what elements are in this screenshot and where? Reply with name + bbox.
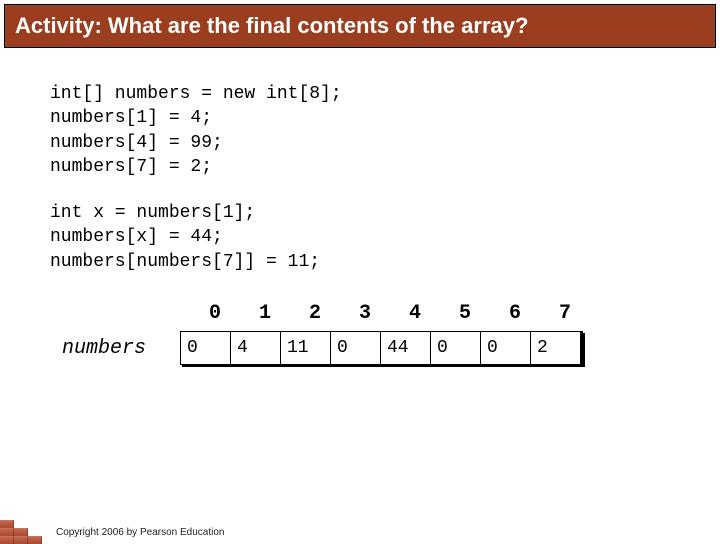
array-visualization: 0 1 2 3 4 5 6 7 numbers 0 4 11 0 44 0 0 … [60, 302, 670, 365]
slide-content: int[] numbers = new int[8]; numbers[1] =… [0, 52, 720, 365]
array-index: 1 [240, 302, 290, 325]
array-cell: 0 [480, 331, 530, 365]
array-index: 3 [340, 302, 390, 325]
array-cell: 0 [180, 331, 230, 365]
array-cell: 4 [230, 331, 280, 365]
copyright-text: Copyright 2006 by Pearson Education [42, 527, 224, 544]
array-cell: 2 [530, 331, 580, 365]
array-index: 0 [190, 302, 240, 325]
array-index: 7 [540, 302, 590, 325]
slide-footer: Copyright 2006 by Pearson Education [0, 520, 224, 544]
slide-title-bar: Activity: What are the final contents of… [4, 4, 716, 48]
array-index: 4 [390, 302, 440, 325]
array-cells: 0 4 11 0 44 0 0 2 [180, 331, 583, 365]
array-cell: 11 [280, 331, 330, 365]
array-row: numbers 0 4 11 0 44 0 0 2 [60, 331, 670, 365]
array-label: numbers [60, 337, 180, 360]
array-index: 5 [440, 302, 490, 325]
code-block-1: int[] numbers = new int[8]; numbers[1] =… [50, 82, 670, 179]
array-cell: 0 [330, 331, 380, 365]
slide-title: Activity: What are the final contents of… [15, 13, 528, 38]
brick-decoration-icon [0, 520, 42, 544]
code-block-2: int x = numbers[1]; numbers[x] = 44; num… [50, 201, 670, 274]
array-cell: 0 [430, 331, 480, 365]
array-index-row: 0 1 2 3 4 5 6 7 [190, 302, 670, 325]
array-index: 2 [290, 302, 340, 325]
array-index: 6 [490, 302, 540, 325]
array-cell: 44 [380, 331, 430, 365]
